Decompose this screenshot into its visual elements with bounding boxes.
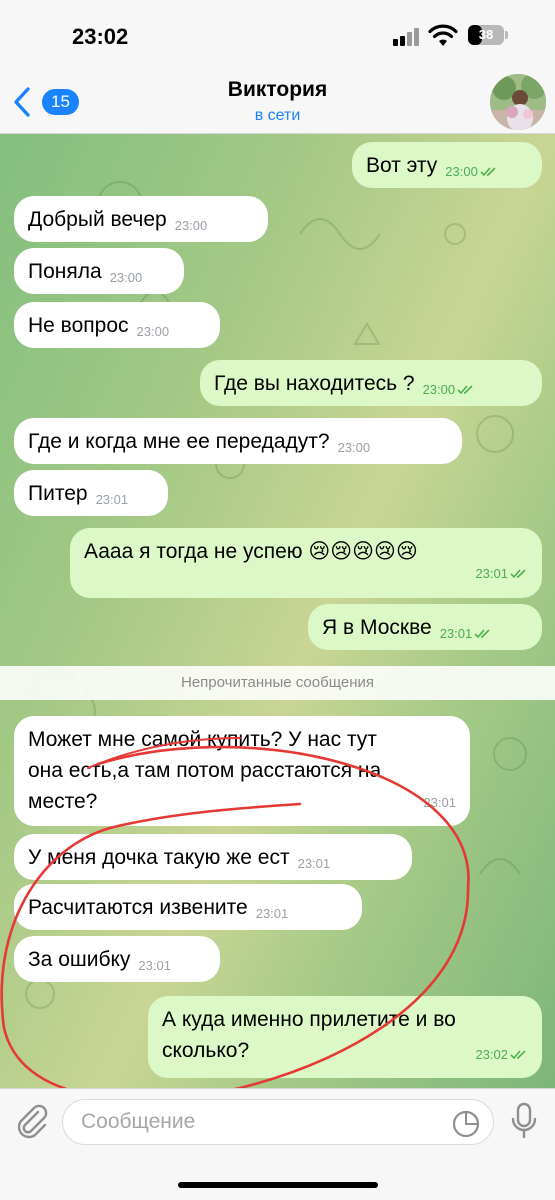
battery-icon: 38 <box>468 25 504 45</box>
wifi-icon <box>428 24 458 46</box>
message-time: 23:01 <box>297 856 331 871</box>
message-time: 23:01 <box>439 626 473 641</box>
double-check-icon <box>510 1050 526 1060</box>
message-text: А куда именно прилетите и во сколько? <box>162 1008 456 1062</box>
message-time: 23:01 <box>95 492 129 507</box>
message-time: 23:02 <box>475 1047 508 1062</box>
double-check-icon <box>457 385 473 395</box>
chat-header: 15 Виктория в сети <box>0 70 555 134</box>
chat-area[interactable]: Вот эту 23:00 Добрый вечер 23:00 Поняла 23:… <box>0 134 555 1088</box>
message-time: 23:00 <box>337 440 371 455</box>
message-outgoing[interactable]: Где вы находитесь ? 23:00 <box>200 360 542 406</box>
message-time: 23:01 <box>423 795 456 810</box>
message-outgoing[interactable]: Я в Москве 23:01 <box>308 604 542 650</box>
message-time: 23:00 <box>174 218 208 233</box>
message-meta: 23:01 <box>440 618 493 650</box>
unread-divider: Непрочитанные сообщения <box>0 666 555 700</box>
message-text: Я в Москве <box>322 616 432 639</box>
message-text: Аааа я тогда не успею 😢😢😢😢😢 <box>84 540 418 563</box>
message-time: 23:01 <box>138 958 171 973</box>
message-time: 23:01 <box>475 566 508 581</box>
microphone-icon[interactable] <box>508 1101 540 1141</box>
message-text: Не вопрос <box>28 314 129 337</box>
message-outgoing[interactable]: Аааа я тогда не успею 😢😢😢😢😢 23:01 <box>70 528 542 598</box>
home-indicator <box>178 1182 378 1188</box>
contact-status: в сети <box>254 107 301 124</box>
message-incoming[interactable]: Может мне самой купить? У нас тут она ес… <box>14 716 470 826</box>
message-incoming[interactable]: У меня дочка такую же ест 23:01 <box>14 834 412 880</box>
message-text: У меня дочка такую же ест <box>28 846 290 869</box>
message-text: Поняла <box>28 260 102 283</box>
avatar[interactable] <box>490 74 546 130</box>
double-check-icon <box>510 569 526 579</box>
status-bar: 23:02 38 <box>0 0 555 70</box>
message-time: 23:00 <box>136 324 170 339</box>
double-check-icon <box>474 629 490 639</box>
message-incoming[interactable]: Не вопрос 23:00 <box>14 302 220 348</box>
message-meta: 23:00 <box>423 374 476 406</box>
message-time: 23:01 <box>255 906 289 921</box>
battery-level: 38 <box>478 27 494 42</box>
message-incoming[interactable]: Расчитаются извените 23:01 <box>14 884 362 930</box>
message-input[interactable] <box>81 1100 441 1144</box>
message-incoming[interactable]: Питер 23:01 <box>14 470 168 516</box>
signal-icon <box>393 28 419 46</box>
message-text: Где и когда мне ее передадут? <box>28 430 330 453</box>
message-text: Может мне самой купить? У нас тут она ес… <box>28 728 382 813</box>
contact-name[interactable]: Виктория <box>0 78 555 102</box>
message-field[interactable] <box>62 1099 494 1145</box>
status-time: 23:02 <box>72 24 129 49</box>
message-text: Где вы находитесь ? <box>214 372 415 395</box>
message-text: Вот эту <box>366 154 438 177</box>
message-text: Добрый вечер <box>28 208 167 231</box>
message-text: За ошибку <box>28 948 131 971</box>
message-incoming[interactable]: За ошибку 23:01 <box>14 936 220 982</box>
message-time: 23:00 <box>109 270 143 285</box>
message-meta: 23:01 <box>475 558 528 590</box>
sticker-icon[interactable] <box>451 1109 481 1139</box>
message-time: 23:00 <box>422 382 456 397</box>
message-meta: 23:02 <box>475 1039 528 1070</box>
message-incoming[interactable]: Добрый вечер 23:00 <box>14 196 268 242</box>
message-outgoing[interactable]: Вот эту 23:00 <box>352 142 542 188</box>
message-incoming[interactable]: Где и когда мне ее передадут? 23:00 <box>14 418 462 464</box>
message-time: 23:00 <box>445 164 478 179</box>
message-meta: 23:00 <box>445 156 498 188</box>
message-incoming[interactable]: Поняла 23:00 <box>14 248 184 294</box>
paperclip-icon[interactable] <box>14 1103 50 1139</box>
double-check-icon <box>480 167 496 177</box>
message-text: Питер <box>28 482 88 505</box>
message-outgoing[interactable]: А куда именно прилетите и во сколько? 23:… <box>148 996 542 1078</box>
message-text: Расчитаются извените <box>28 896 248 919</box>
